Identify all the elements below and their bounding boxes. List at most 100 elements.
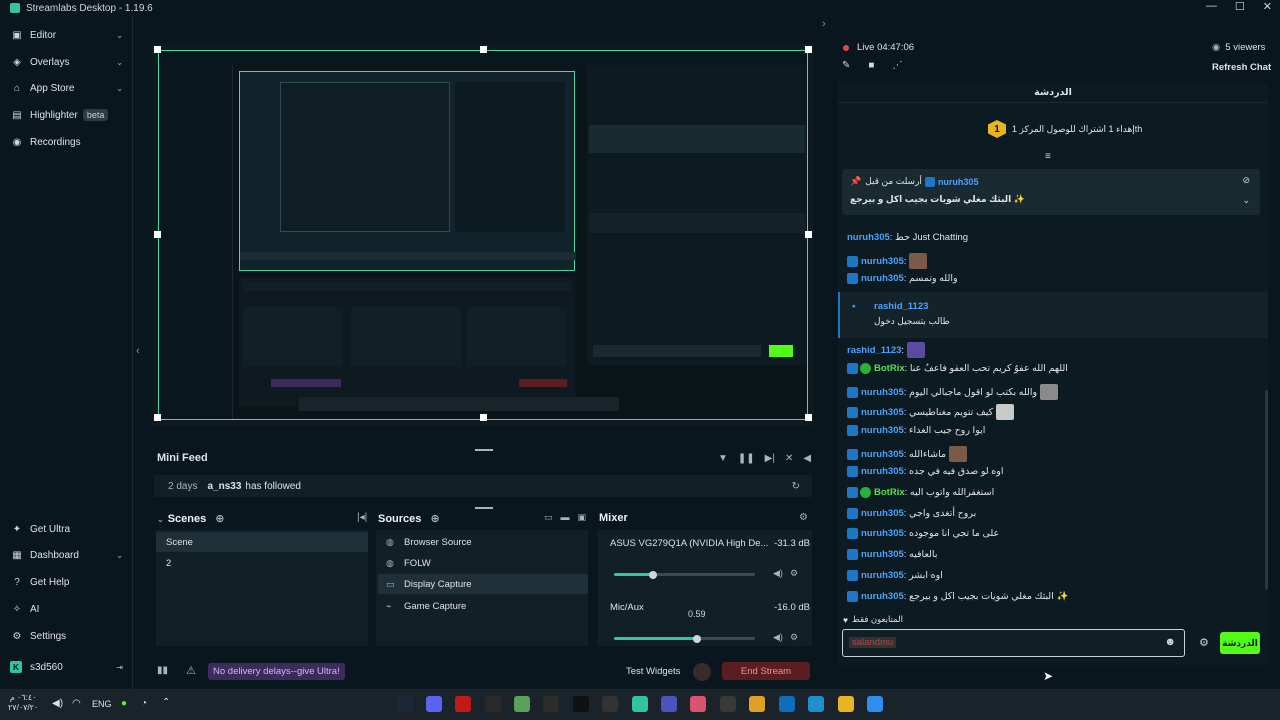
refresh-chat-button[interactable]: Refresh Chat (1212, 62, 1271, 73)
outlook-icon[interactable] (779, 696, 795, 712)
wifi-icon[interactable]: ◠ (72, 698, 81, 709)
nav-highlighter[interactable]: ▤ Highlighter beta (0, 104, 133, 126)
camera-icon[interactable]: ■ (868, 60, 874, 71)
add-source-icon[interactable]: ⊕ (430, 513, 439, 525)
resize-handle[interactable] (154, 231, 161, 238)
rank-badge: 1 (988, 120, 1006, 138)
nav-get-help[interactable]: ? Get Help (0, 571, 133, 593)
skip-icon[interactable]: ▶| (765, 453, 775, 464)
filter-icon[interactable]: ▼ (718, 453, 728, 464)
user-profile[interactable]: K s3d560 ⇥ (0, 656, 133, 678)
steam-icon[interactable] (397, 696, 413, 712)
calculator-icon[interactable] (720, 696, 736, 712)
gear-icon[interactable]: ⚙ (790, 632, 798, 643)
repeat-alert-icon[interactable]: ↻ (792, 481, 800, 492)
user-badge-icon (847, 487, 858, 498)
emoji-icon[interactable]: ☻ (1164, 636, 1176, 648)
send-chat-button[interactable]: الدردشة (1220, 632, 1260, 654)
language-indicator[interactable]: ENG (92, 699, 112, 709)
resize-handle[interactable] (480, 414, 487, 421)
source-item[interactable]: ◍ Browser Source (378, 532, 588, 552)
edit-icon[interactable]: ✎ (842, 60, 850, 71)
nav-get-ultra[interactable]: ✦ Get Ultra (0, 518, 133, 540)
resize-handle[interactable] (805, 231, 812, 238)
image-icon[interactable]: ▣ (578, 512, 587, 523)
app-red-icon[interactable] (455, 696, 471, 712)
minimize-icon[interactable]: — (1206, 0, 1217, 13)
end-stream-button[interactable]: End Stream (722, 662, 810, 680)
source-item[interactable]: ▭ Display Capture (378, 574, 588, 594)
warning-icon[interactable]: ⚠ (186, 664, 196, 677)
speaker-icon[interactable]: ◀) (773, 632, 783, 643)
resize-handle[interactable] (480, 46, 487, 53)
gear-icon[interactable]: ⚙ (1199, 636, 1209, 649)
nav-ai[interactable]: ✧ AI (0, 598, 133, 620)
chevron-down-icon[interactable]: ⌄ (1242, 195, 1250, 206)
stream-preview[interactable] (152, 44, 814, 426)
add-scene-icon[interactable]: ⊕ (215, 513, 224, 525)
mute-alerts-icon[interactable]: ✕ (785, 453, 793, 464)
collapse-right-icon[interactable]: › (822, 18, 826, 30)
nav-editor[interactable]: ▣ Editor ⌄ (0, 24, 133, 46)
test-widgets-toggle[interactable] (693, 663, 711, 681)
windows-start-icon[interactable] (867, 696, 883, 712)
tiktok-icon[interactable] (573, 696, 589, 712)
teams-icon[interactable] (661, 696, 677, 712)
music-icon[interactable] (690, 696, 706, 712)
performance-icon[interactable]: ▮▮ (157, 665, 168, 676)
file-explorer-icon[interactable] (838, 696, 854, 712)
nav-recordings[interactable]: ◉ Recordings (0, 131, 133, 153)
resize-handle[interactable] (154, 46, 161, 53)
chat-input[interactable]: salandmu ☻ (842, 629, 1185, 657)
collapse-icon[interactable]: ⌄ (157, 515, 164, 524)
pause-icon[interactable]: ❚❚ (738, 453, 755, 464)
epic-games-icon[interactable] (485, 696, 501, 712)
speaker-icon[interactable]: ◀) (52, 698, 63, 709)
source-item[interactable]: ◍ FOLW (378, 553, 588, 573)
settings-app-icon[interactable] (602, 696, 618, 712)
volume-knob[interactable] (649, 571, 657, 579)
source-item[interactable]: ⌁ Game Capture (378, 596, 588, 616)
collapse-left-icon[interactable]: ‹ (136, 345, 140, 357)
resize-handle[interactable] (805, 414, 812, 421)
nav-overlays[interactable]: ◈ Overlays ⌄ (0, 51, 133, 73)
chevron-up-icon[interactable]: ⌃ (162, 697, 170, 708)
scene-transition-icon[interactable]: |◂| (357, 512, 367, 523)
maximize-icon[interactable]: ☐ (1235, 0, 1245, 13)
nav-settings[interactable]: ⚙ Settings (0, 625, 133, 647)
collapse-pinned-icon[interactable]: ≡ (1045, 151, 1051, 162)
globe-icon: ◍ (386, 536, 394, 547)
resize-handle[interactable] (805, 46, 812, 53)
drag-handle[interactable] (475, 449, 493, 451)
edge-icon[interactable] (808, 696, 824, 712)
share-icon[interactable]: ⋰ (892, 60, 902, 71)
app-green-icon[interactable] (514, 696, 530, 712)
gear-icon[interactable]: ⚙ (790, 568, 798, 579)
scene-item[interactable]: 2 (156, 553, 368, 573)
taskbar-clock[interactable]: ٠٦:٤٠ م ٢٧/٠٧/٢٠ (8, 693, 38, 713)
chrome-icon[interactable] (749, 696, 765, 712)
discord-icon[interactable] (426, 696, 442, 712)
streamlabs-taskbar-icon[interactable] (632, 696, 648, 712)
folder-icon[interactable]: ▬ (561, 512, 570, 523)
volume-knob[interactable] (693, 635, 701, 643)
unpin-icon[interactable]: ⊘ (1242, 175, 1250, 186)
speaker-icon[interactable]: ◀) (773, 568, 783, 579)
display-capture-frame[interactable] (158, 50, 808, 420)
user-badge-icon (924, 176, 935, 187)
logout-icon[interactable]: ⇥ (116, 663, 123, 672)
ultra-upsell-banner[interactable]: No delivery delays--give Ultra! (208, 663, 345, 680)
volume-icon[interactable]: ◀ (803, 453, 811, 464)
nav-app-store[interactable]: ⌂ App Store ⌄ (0, 77, 133, 99)
nav-dashboard[interactable]: ▦ Dashboard ⌄ (0, 544, 133, 566)
app-dark-icon[interactable] (543, 696, 559, 712)
battery-icon[interactable]: ◔ (141, 698, 147, 709)
drag-handle[interactable] (475, 507, 493, 509)
chat-scrollbar[interactable] (1265, 390, 1268, 590)
group-icon[interactable]: ▭ (544, 512, 553, 523)
scene-item[interactable]: Scene (156, 532, 368, 552)
microphone-icon[interactable]: ● (121, 698, 127, 709)
resize-handle[interactable] (154, 414, 161, 421)
gear-icon[interactable]: ⚙ (799, 512, 808, 523)
close-icon[interactable]: ✕ (1263, 0, 1272, 13)
